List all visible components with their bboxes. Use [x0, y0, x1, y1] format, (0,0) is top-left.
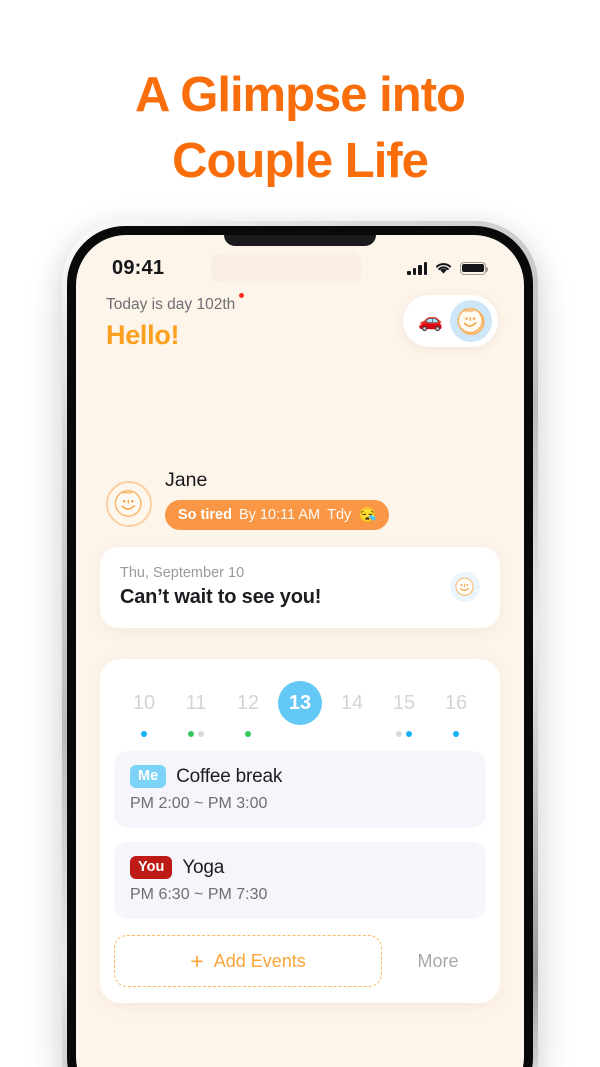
- phone-mockup: 09:41 Today is day 102th Hello! 🚗 Jane S…: [62, 221, 538, 1067]
- notification-dot-icon: [239, 293, 245, 298]
- date-number: 15: [392, 691, 416, 714]
- battery-full-icon: [460, 261, 489, 275]
- phone-bezel: 09:41 Today is day 102th Hello! 🚗 Jane S…: [67, 226, 533, 1067]
- date-number: 10: [132, 691, 156, 714]
- date-item-12[interactable]: 12: [226, 681, 270, 737]
- event-header: Me Coffee break: [130, 765, 470, 788]
- date-dots: [141, 731, 147, 737]
- hello-title: Hello!: [106, 320, 180, 350]
- date-number: 13: [278, 681, 322, 725]
- greeting-section: Today is day 102th Hello! 🚗: [106, 293, 498, 351]
- smiley-face-avatar-icon[interactable]: [450, 300, 492, 342]
- date-item-11[interactable]: 11: [174, 681, 218, 737]
- date-number: 11: [185, 691, 207, 714]
- event-title: Yoga: [182, 856, 225, 878]
- event-owner-badge: You: [130, 856, 173, 879]
- add-events-label: Add Events: [213, 950, 306, 971]
- promo-screenshot: A Glimpse into Couple Life 09:41 Today i…: [0, 0, 600, 1067]
- note-text: Can’t wait to see you!: [120, 586, 322, 608]
- day-counter: Today is day 102th: [106, 293, 245, 314]
- note-card-text-group: Thu, September 10 Can’t wait to see you!: [120, 564, 321, 609]
- event-time: PM 2:00 ~ PM 3:00: [130, 795, 268, 812]
- calendar-footer: + Add Events More: [114, 935, 486, 987]
- event-owner-badge: Me: [130, 765, 167, 788]
- partner-name: Jane: [165, 469, 208, 491]
- event-time: PM 6:30 ~ PM 7:30: [130, 886, 268, 903]
- date-strip: 10 11 12 13 14 15 16: [114, 677, 486, 737]
- day-counter-label: Today is day 102th: [106, 296, 236, 313]
- date-item-10[interactable]: 10: [122, 681, 166, 737]
- note-card[interactable]: Thu, September 10 Can’t wait to see you!: [100, 547, 500, 628]
- status-bar: 09:41: [76, 251, 524, 285]
- status-badge-status: So tired: [178, 507, 232, 523]
- event-row[interactable]: You Yoga PM 6:30 ~ PM 7:30: [114, 842, 486, 919]
- status-badge[interactable]: So tired By 10:11 AM Tdy 😪: [165, 500, 389, 530]
- date-item-15[interactable]: 15: [382, 681, 426, 737]
- date-number: 16: [444, 691, 468, 714]
- profile-toggle[interactable]: 🚗: [403, 295, 498, 347]
- date-item-13-selected[interactable]: 13: [278, 681, 322, 737]
- date-dots: [453, 731, 459, 737]
- status-bar-indicators: [407, 261, 489, 275]
- event-header: You Yoga: [130, 856, 470, 879]
- greeting-text-group: Today is day 102th Hello!: [106, 293, 245, 351]
- status-bar-time: 09:41: [112, 256, 165, 279]
- status-badge-day: Tdy: [327, 507, 352, 523]
- sleepy-face-icon: 😪: [358, 507, 377, 524]
- status-bar-placeholder-pill: [210, 253, 361, 283]
- calendar-card: 10 11 12 13 14 15 16 Me Coffee break PM …: [100, 659, 500, 1003]
- message-body: Jane So tired By 10:11 AM Tdy 😪: [165, 467, 389, 530]
- date-item-14[interactable]: 14: [330, 681, 374, 737]
- partner-status-message: Jane So tired By 10:11 AM Tdy 😪: [106, 467, 494, 530]
- page-title: A Glimpse into Couple Life: [0, 62, 600, 194]
- phone-screen: 09:41 Today is day 102th Hello! 🚗 Jane S…: [76, 235, 524, 1067]
- headline-line-2: Couple Life: [172, 134, 429, 188]
- phone-notch: [224, 235, 376, 246]
- smiley-face-mini-icon[interactable]: [450, 571, 480, 602]
- add-events-button[interactable]: + Add Events: [114, 935, 382, 987]
- wifi-icon: [435, 263, 452, 274]
- date-number: 14: [340, 691, 364, 714]
- more-button[interactable]: More: [390, 951, 486, 972]
- date-dots: [245, 731, 251, 737]
- note-date: Thu, September 10: [120, 565, 245, 581]
- event-row[interactable]: Me Coffee break PM 2:00 ~ PM 3:00: [114, 751, 486, 828]
- date-item-16[interactable]: 16: [434, 681, 478, 737]
- jane-smiley-avatar-icon[interactable]: [106, 481, 152, 527]
- date-dots: [188, 731, 204, 737]
- event-title: Coffee break: [176, 765, 283, 787]
- headline-line-1: A Glimpse into: [135, 68, 466, 122]
- date-number: 12: [236, 691, 260, 714]
- cellular-bars-icon: [407, 261, 427, 275]
- date-dots: [396, 731, 412, 737]
- date-dots: [297, 731, 303, 737]
- status-badge-time: By 10:11 AM: [238, 507, 321, 523]
- red-car-icon[interactable]: 🚗: [413, 311, 448, 331]
- plus-icon: +: [190, 947, 204, 974]
